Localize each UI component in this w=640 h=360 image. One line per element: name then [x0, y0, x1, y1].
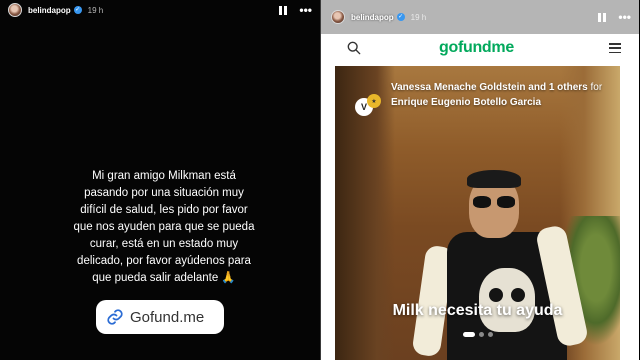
beneficiary-name: Enrique Eugenio Botello Garcia: [391, 97, 542, 108]
misfits-skull-graphic: [479, 268, 535, 332]
carousel-dot[interactable]: [487, 332, 493, 337]
campaign-card[interactable]: V ★ Vanessa Menache Goldstein and 1 othe…: [335, 66, 620, 360]
link-sticker[interactable]: Gofund.me: [96, 300, 224, 334]
organizer-name: Vanessa Menache Goldstein and 1 others: [391, 82, 588, 93]
story-right[interactable]: belindapop ✓ 19 h ••• gofundme V ★ Vanes…: [321, 0, 639, 360]
timestamp: 19 h: [410, 12, 427, 22]
gofundme-navbar: gofundme: [321, 34, 639, 62]
username[interactable]: belindapop: [28, 6, 71, 15]
campaign-caption: Milk necesita tu ayuda: [392, 302, 563, 319]
pause-icon[interactable]: [598, 12, 607, 22]
verified-icon: ✓: [396, 13, 405, 21]
menu-icon[interactable]: [609, 43, 621, 53]
story-header: belindapop ✓ 19 h •••: [0, 0, 320, 20]
carousel-dots[interactable]: [335, 332, 620, 337]
search-icon[interactable]: [347, 41, 361, 55]
story-header: belindapop ✓ 19 h •••: [321, 0, 639, 34]
campaign-organizer: Vanessa Menache Goldstein and 1 others f…: [391, 80, 606, 110]
story-message: Mi gran amigo Milkman está pasando por u…: [73, 170, 255, 284]
for-label: for: [590, 82, 603, 93]
carousel-dot-active[interactable]: [462, 332, 475, 337]
stories-viewer: belindapop ✓ 19 h ••• Mi gran amigo Milk…: [0, 0, 640, 360]
username[interactable]: belindapop: [351, 13, 394, 22]
link-sticker-label: Gofund.me: [130, 308, 205, 326]
story-left[interactable]: belindapop ✓ 19 h ••• Mi gran amigo Milk…: [0, 0, 320, 360]
more-icon[interactable]: •••: [299, 4, 312, 16]
carousel-dot[interactable]: [478, 332, 484, 337]
link-icon: [107, 309, 123, 325]
avatar[interactable]: [8, 3, 22, 17]
pause-icon[interactable]: [279, 5, 288, 15]
timestamp: 19 h: [87, 5, 104, 15]
avatar[interactable]: [331, 10, 345, 24]
gofundme-logo[interactable]: gofundme: [439, 39, 514, 57]
verified-icon: ✓: [73, 6, 82, 14]
organizer-badge-icon: ★: [367, 94, 381, 108]
more-icon[interactable]: •••: [618, 11, 631, 23]
